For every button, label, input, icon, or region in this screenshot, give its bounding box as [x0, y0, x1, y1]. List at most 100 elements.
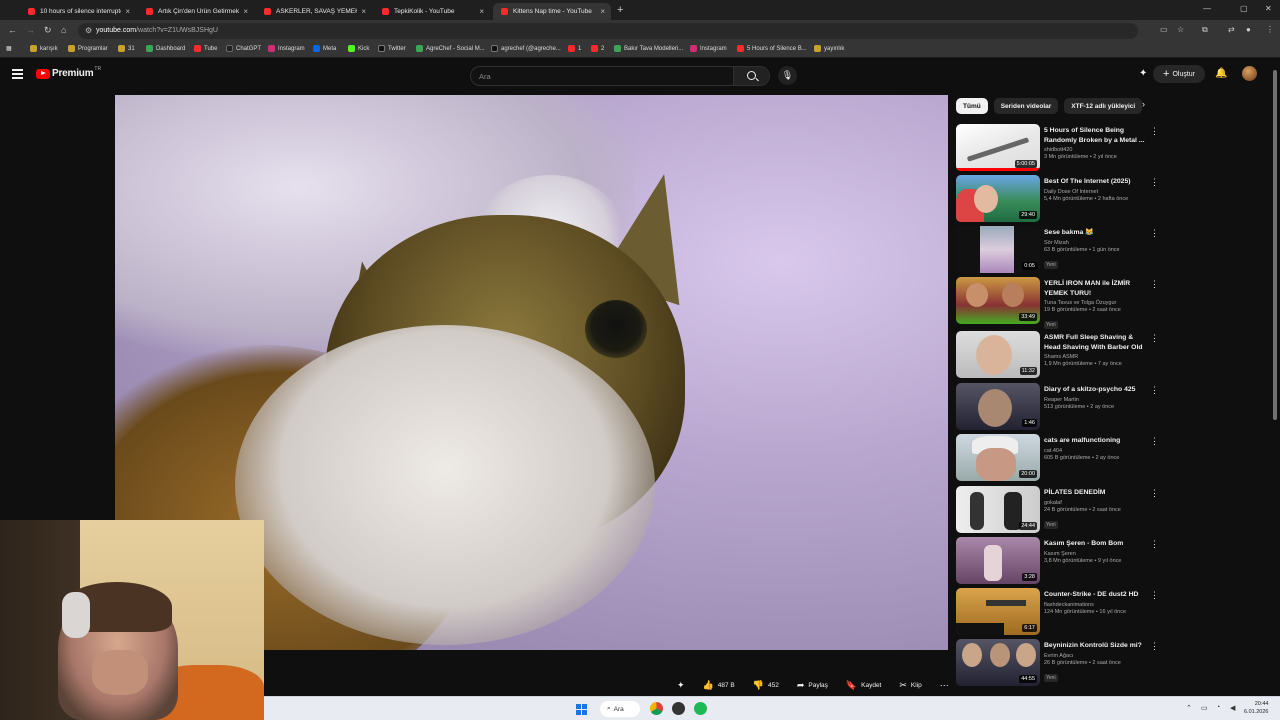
close-tab-icon[interactable]: ×	[600, 7, 605, 16]
share-button[interactable]: ➦ Paylaş	[790, 676, 835, 694]
taskbar-search[interactable]: ⌕ Ara	[600, 701, 640, 717]
video-thumbnail[interactable]: 20:00	[956, 434, 1040, 481]
bookmark-item[interactable]: 2	[591, 45, 604, 52]
close-tab-icon[interactable]: ×	[125, 7, 130, 16]
gemini-icon[interactable]: ✦	[1139, 68, 1147, 79]
video-thumbnail[interactable]: 44:55	[956, 639, 1040, 686]
more-options-icon[interactable]: ⋮	[1150, 488, 1159, 499]
more-options-icon[interactable]: ⋮	[1150, 228, 1159, 239]
recommendation-item[interactable]: 24:44 PİLATES DENEDİM gokalaf 24 B görüntü…	[956, 486, 1159, 534]
windows-start-icon[interactable]	[576, 704, 587, 715]
bookmark-item[interactable]: 5 Hours of Silence B...	[737, 45, 807, 52]
video-thumbnail[interactable]: 33:49	[956, 277, 1040, 324]
more-options-icon[interactable]: ⋮	[1150, 126, 1159, 137]
more-options-icon[interactable]: ⋮	[1150, 436, 1159, 447]
profile-icon[interactable]: ●	[1246, 25, 1251, 34]
recommendation-item[interactable]: 6:17 Counter-Strike - DE dust2 HD flashde…	[956, 588, 1159, 636]
wifi-icon[interactable]: ◔	[1216, 704, 1220, 711]
bookmark-item[interactable]: ChatGPT	[226, 45, 261, 52]
bookmark-item[interactable]: Programlar	[68, 45, 108, 52]
extensions-icon[interactable]: ⧉	[1202, 25, 1208, 35]
new-tab-icon[interactable]: +	[617, 4, 623, 16]
address-bar[interactable]: ⚙ youtube.com/watch?v=Z1UWsBJSHgU	[78, 23, 1138, 39]
chip-uploader[interactable]: XTF-12 adlı yükleyici	[1064, 98, 1143, 114]
chip-all[interactable]: Tümü	[956, 98, 988, 114]
bookmark-item[interactable]: Dashboard	[146, 45, 185, 52]
tray-chevron-icon[interactable]: ⌃	[1186, 704, 1192, 712]
create-button[interactable]: + Oluştur	[1153, 65, 1205, 83]
browser-tab[interactable]: Artık Çin'den Ürün Getirmek İm ×	[138, 3, 254, 20]
clip-button[interactable]: ✂ Klip	[892, 676, 928, 694]
bookmark-item[interactable]: karışık	[30, 45, 58, 52]
more-options-icon[interactable]: ⋮	[1150, 333, 1159, 344]
video-thumbnail[interactable]: 1:46	[956, 383, 1040, 430]
video-thumbnail[interactable]: 0:05	[956, 226, 1040, 273]
video-thumbnail[interactable]: 29:40	[956, 175, 1040, 222]
more-options-icon[interactable]: ⋮	[1150, 279, 1159, 290]
close-tab-icon[interactable]: ×	[479, 7, 484, 16]
chrome-icon[interactable]	[650, 702, 663, 715]
tab-search-icon[interactable]: ⇄	[1228, 25, 1235, 34]
bookmark-item[interactable]: yayınlık	[814, 45, 844, 52]
bookmark-item[interactable]: AgreChef - Social M...	[416, 45, 485, 52]
hamburger-menu-icon[interactable]	[12, 69, 23, 81]
menu-icon[interactable]: ⋮	[1266, 25, 1274, 34]
like-button[interactable]: 👍 487 B	[696, 676, 742, 694]
close-tab-icon[interactable]: ×	[361, 7, 366, 16]
system-clock[interactable]: 20:44 6.01.2026	[1244, 701, 1268, 716]
chip-series[interactable]: Seriden videolar	[993, 98, 1059, 114]
recommendation-item[interactable]: 29:40 Best Of The Internet (2025) Daily D…	[956, 175, 1159, 223]
back-icon[interactable]: ←	[8, 25, 17, 35]
youtube-logo[interactable]: Premium TR	[36, 66, 101, 79]
bookmark-item[interactable]: Instagram	[690, 45, 727, 52]
more-options-icon[interactable]: ⋮	[1150, 385, 1159, 396]
video-thumbnail[interactable]: 3:28	[956, 537, 1040, 584]
more-options-icon[interactable]: ⋮	[1150, 641, 1159, 652]
minimize-icon[interactable]: —	[1203, 4, 1211, 13]
network-icon[interactable]: ▭	[1201, 704, 1208, 712]
recommendation-item[interactable]: 3:28 Kasım Şeren - Bom Bom Kasım Şeren 3,8…	[956, 537, 1159, 585]
bookmark-item[interactable]: Instagram	[268, 45, 305, 52]
recommendation-item[interactable]: 44:55 Beyninizin Kontrolü Sizde mi? Evrim…	[956, 639, 1159, 687]
avatar[interactable]	[1242, 66, 1257, 81]
browser-tab[interactable]: TepkiKolik - YouTube ×	[374, 3, 490, 20]
maximize-icon[interactable]: ▢	[1240, 4, 1248, 13]
bookmark-item[interactable]: agrechef (@agreche...	[491, 45, 561, 52]
browser-tab[interactable]: ASKERLER, SAVAŞ YEMEKLERİNİ×	[256, 3, 372, 20]
more-options-icon[interactable]: ⋮	[1150, 177, 1159, 188]
dislike-button[interactable]: 👎 452	[746, 676, 786, 694]
forward-icon[interactable]: →	[26, 25, 35, 35]
bookmark-item[interactable]: Twitter	[378, 45, 406, 52]
bookmark-item[interactable]: 31	[118, 45, 135, 52]
video-thumbnail[interactable]: 11:32	[956, 331, 1040, 378]
bookmark-item[interactable]: Meta	[313, 45, 336, 52]
close-tab-icon[interactable]: ×	[243, 7, 248, 16]
bookmark-item[interactable]: Tube	[194, 45, 217, 52]
bookmark-item[interactable]: Bakır Tava Modelleri...	[614, 45, 683, 52]
browser-tab-active[interactable]: Kittens Nap time - YouTube ×	[493, 3, 611, 20]
microphone-icon[interactable]: 🎙	[778, 66, 797, 85]
more-options-icon[interactable]: ⋮	[1150, 539, 1159, 550]
reload-icon[interactable]: ↻	[44, 25, 52, 36]
bookmark-item[interactable]: 1	[568, 45, 581, 52]
more-options-icon[interactable]: ⋮	[1150, 590, 1159, 601]
save-button[interactable]: 🔖 Kaydet	[839, 676, 888, 694]
video-thumbnail[interactable]: 24:44	[956, 486, 1040, 533]
search-icon[interactable]	[733, 67, 769, 85]
recommendation-item[interactable]: 5:00:05 5 Hours of Silence Being Randoml…	[956, 124, 1159, 172]
bookmark-star-icon[interactable]: ☆	[1177, 25, 1184, 34]
volume-icon[interactable]: ◀	[1230, 704, 1235, 712]
page-scrollbar[interactable]	[1273, 70, 1277, 420]
recommendation-item[interactable]: 20:00 cats are malfunctioning cat.404 605 …	[956, 434, 1159, 482]
app-icon[interactable]	[672, 702, 685, 715]
spotify-icon[interactable]	[694, 702, 707, 715]
close-window-icon[interactable]: ✕	[1265, 4, 1272, 13]
home-icon[interactable]: ⌂	[61, 25, 66, 35]
notifications-bell-icon[interactable]: 🔔	[1215, 68, 1227, 79]
gemini-ask-button[interactable]: ✦	[670, 676, 692, 694]
chevron-right-icon[interactable]: ›	[1142, 99, 1145, 109]
recommendation-item[interactable]: 0:05 Sese bakma 😹 Sör Mizah 63 B görüntüle…	[956, 226, 1159, 274]
video-thumbnail[interactable]: 6:17	[956, 588, 1040, 635]
recommendation-item[interactable]: 33:49 YERLİ IRON MAN ile İZMİR YEMEK TUR…	[956, 277, 1159, 329]
recommendation-item[interactable]: 1:46 Diary of a skitzo-psycho 425 Reaper …	[956, 383, 1159, 431]
